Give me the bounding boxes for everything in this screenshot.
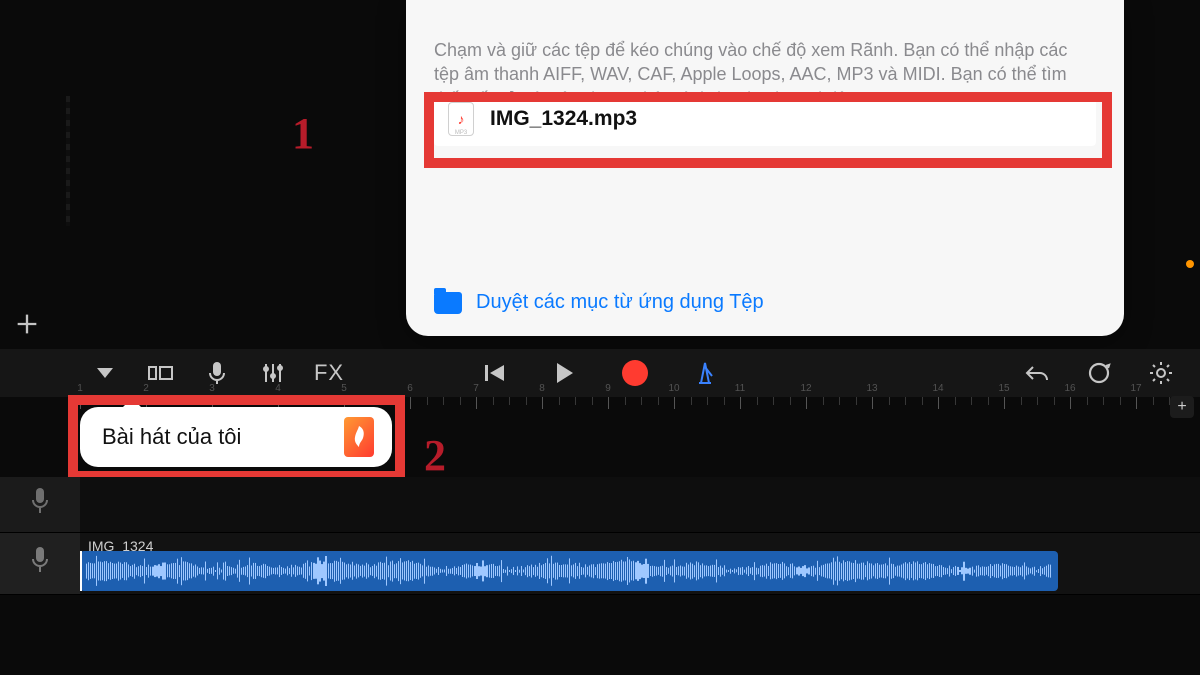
track-header-1[interactable] (0, 477, 80, 533)
annotation-number-1: 1 (292, 108, 314, 159)
track-lane-1[interactable] (80, 477, 1200, 533)
rewind-button[interactable] (478, 356, 512, 390)
scroll-indicator (1186, 260, 1194, 268)
my-song-label: Bài hát của tôi (102, 424, 344, 450)
ruler-add-button[interactable]: + (1170, 396, 1194, 418)
transport-toolbar: FX (0, 349, 1200, 397)
file-name-label: IMG_1324.mp3 (490, 107, 637, 131)
audio-clip[interactable] (80, 551, 1058, 591)
my-song-popover[interactable]: Bài hát của tôi (80, 407, 392, 467)
file-import-popover: Chạm và giữ các tệp để kéo chúng vào chế… (406, 0, 1124, 336)
mic-track-icon (30, 487, 50, 522)
track-header-2[interactable] (0, 533, 80, 595)
microphone-icon[interactable] (200, 356, 234, 390)
settings-button[interactable] (1144, 356, 1178, 390)
playhead[interactable] (80, 551, 82, 591)
folder-icon (434, 292, 462, 314)
loop-button[interactable] (1082, 356, 1116, 390)
record-button[interactable] (618, 356, 652, 390)
annotation-number-2: 2 (424, 430, 446, 481)
metronome-button[interactable] (688, 356, 722, 390)
garageband-file-icon (344, 417, 374, 457)
browse-files-label: Duyệt các mục từ ứng dụng Tệp (476, 291, 764, 314)
add-track-button[interactable] (6, 302, 48, 346)
track-dropdown-button[interactable] (88, 356, 122, 390)
mic-track-icon (30, 546, 50, 581)
mixer-icon[interactable] (256, 356, 290, 390)
audio-file-icon: ♪MP3 (448, 102, 474, 136)
browse-files-row[interactable]: Duyệt các mục từ ứng dụng Tệp (434, 291, 764, 314)
piano-keys-hint (66, 96, 70, 226)
undo-button[interactable] (1020, 356, 1054, 390)
import-help-text: Chạm và giữ các tệp để kéo chúng vào chế… (434, 38, 1096, 98)
play-button[interactable] (548, 356, 582, 390)
file-row[interactable]: ♪MP3 IMG_1324.mp3 (434, 92, 1096, 146)
